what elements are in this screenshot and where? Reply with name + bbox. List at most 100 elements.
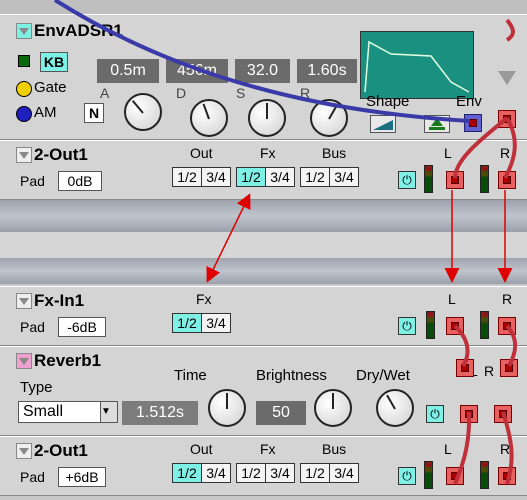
in-l-jack[interactable] (446, 467, 464, 485)
r-label: R (484, 363, 495, 379)
release-knob[interactable] (310, 99, 348, 137)
kb-button[interactable]: KB (40, 52, 68, 72)
out-r-jack[interactable] (498, 317, 516, 335)
collapse-toggle[interactable] (16, 353, 32, 369)
env-input-jack[interactable] (464, 114, 482, 132)
sustain-knob[interactable] (248, 99, 286, 137)
drywet-label: Dry/Wet (356, 367, 410, 384)
collapse-toggle[interactable] (16, 147, 32, 163)
decay-knob[interactable] (190, 99, 228, 137)
bus-3-4[interactable]: 3/4 (329, 167, 359, 187)
r-label: R (300, 85, 311, 101)
time-label: Time (174, 367, 207, 384)
r-label: R (500, 441, 511, 457)
env-adsr-module: EnvADSR1 KB 0.5m 456m 32.0 1.60s Gate AM… (0, 14, 527, 140)
out-l-jack[interactable] (460, 405, 478, 423)
level-meter-l (426, 311, 435, 339)
level-meter-r (480, 461, 489, 489)
type-value: Small (23, 403, 64, 420)
out-1-2[interactable]: 1/2 (172, 167, 202, 187)
env-label: Env (456, 93, 482, 110)
shape-exp-icon (373, 120, 393, 130)
fx-3-4[interactable]: 3/4 (265, 167, 295, 187)
module-title: 2-Out1 (34, 441, 88, 460)
out2-module: 2-Out1 Pad +6dB Out Fx Bus 1/2 3/4 1/2 3… (0, 436, 527, 496)
time-value: 1.512s (122, 401, 198, 425)
l-label: L (448, 291, 456, 307)
collapse-toggle[interactable] (16, 443, 32, 459)
pad-select[interactable]: -6dB (58, 317, 106, 337)
type-label: Type (20, 379, 53, 396)
release-value: 1.60s (297, 59, 357, 83)
shape-button-2[interactable] (424, 115, 450, 133)
drywet-knob[interactable] (376, 389, 414, 427)
rack-divider (0, 232, 527, 258)
chevron-down-icon: ▼ (100, 402, 117, 422)
l-label: L (444, 441, 452, 457)
type-select[interactable]: Small ▼ (18, 401, 118, 423)
out-3-4[interactable]: 3/4 (201, 463, 231, 483)
out1-module: 2-Out1 Pad 0dB Out Fx Bus 1/2 3/4 1/2 3/… (0, 140, 527, 200)
brightness-value: 50 (256, 401, 306, 425)
r-label: R (502, 291, 513, 307)
gate-radio[interactable] (16, 81, 32, 97)
out-label: Out (190, 441, 213, 457)
shape-button-1[interactable] (370, 115, 396, 133)
bus-label: Bus (322, 145, 347, 161)
fx-1-2[interactable]: 1/2 (172, 313, 202, 333)
fx-label: Fx (260, 441, 276, 457)
fx-3-4[interactable]: 3/4 (201, 313, 231, 333)
time-knob[interactable] (208, 389, 246, 427)
pad-label: Pad (20, 469, 45, 485)
power-icon[interactable]: ⏻ (398, 467, 416, 485)
s-label: S (236, 85, 246, 101)
collapse-toggle[interactable] (16, 23, 32, 39)
in-l-jack[interactable] (456, 359, 474, 377)
out-r-jack[interactable] (494, 405, 512, 423)
pad-label: Pad (20, 173, 45, 189)
attack-knob[interactable] (124, 93, 162, 131)
env-output-jack[interactable] (498, 110, 516, 128)
decay-value: 456m (166, 59, 228, 83)
out-1-2[interactable]: 1/2 (172, 463, 202, 483)
brightness-knob[interactable] (314, 389, 352, 427)
in-r-jack[interactable] (498, 171, 516, 189)
bus-1-2[interactable]: 1/2 (300, 463, 330, 483)
collapse-toggle[interactable] (16, 293, 32, 309)
bus-3-4[interactable]: 3/4 (329, 463, 359, 483)
d-label: D (176, 85, 187, 101)
reverb-module: Reverb1 Type Small ▼ Time 1.512s Brightn… (0, 346, 527, 436)
pad-label: Pad (20, 319, 45, 335)
l-label: L (444, 145, 452, 161)
module-title: EnvADSR1 (34, 21, 123, 40)
n-button[interactable]: N (84, 103, 104, 123)
bus-1-2[interactable]: 1/2 (300, 167, 330, 187)
fx-label: Fx (196, 291, 212, 307)
fx-in-module: Fx-In1 Pad -6dB Fx 1/2 3/4 ⏻ L R (0, 286, 527, 346)
fx-label: Fx (260, 145, 276, 161)
in-r-jack[interactable] (498, 467, 516, 485)
power-icon[interactable]: ⏻ (426, 405, 444, 423)
level-meter-r (480, 311, 489, 339)
in-r-jack[interactable] (500, 359, 518, 377)
shape-label: Shape (366, 93, 410, 110)
pad-select[interactable]: 0dB (58, 171, 102, 191)
level-meter-r (480, 165, 489, 193)
attack-value: 0.5m (97, 59, 159, 83)
am-radio[interactable] (16, 106, 32, 122)
envelope-display (360, 31, 474, 99)
a-label: A (100, 85, 110, 101)
empty-rack-space (0, 200, 527, 232)
top-strip (0, 0, 527, 14)
out-3-4[interactable]: 3/4 (201, 167, 231, 187)
am-label: AM (34, 104, 57, 121)
out-l-jack[interactable] (446, 317, 464, 335)
pad-select[interactable]: +6dB (58, 467, 106, 487)
in-l-jack[interactable] (446, 171, 464, 189)
kb-led (18, 55, 30, 67)
power-icon[interactable]: ⏻ (398, 317, 416, 335)
fx-1-2[interactable]: 1/2 (236, 463, 266, 483)
power-icon[interactable]: ⏻ (398, 171, 416, 189)
fx-1-2[interactable]: 1/2 (236, 167, 266, 187)
fx-3-4[interactable]: 3/4 (265, 463, 295, 483)
